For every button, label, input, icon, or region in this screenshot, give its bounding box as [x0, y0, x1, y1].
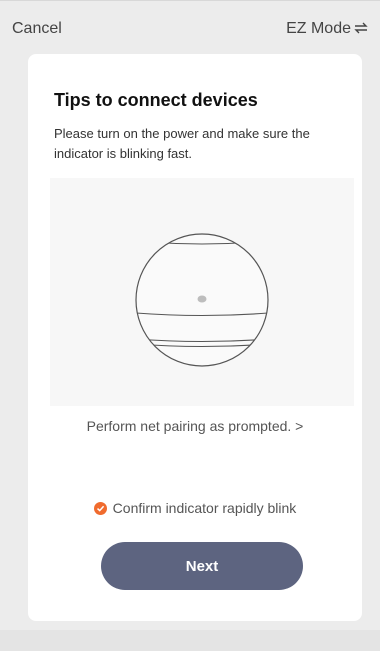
- cancel-button[interactable]: Cancel: [12, 20, 62, 38]
- top-bar: Cancel EZ Mode: [0, 0, 380, 54]
- tips-description: Please turn on the power and make sure t…: [54, 126, 310, 161]
- tips-card: Tips to connect devices Please turn on t…: [28, 54, 362, 621]
- net-pairing-link[interactable]: Perform net pairing as prompted. >: [28, 418, 362, 434]
- device-sphere-icon: [135, 233, 269, 367]
- mode-label: EZ Mode: [286, 20, 351, 37]
- next-button[interactable]: Next: [101, 542, 303, 590]
- check-circle-icon[interactable]: [93, 501, 107, 515]
- confirm-indicator-row[interactable]: Confirm indicator rapidly blink: [28, 500, 362, 516]
- bottom-bar: [0, 630, 380, 651]
- mode-switch-button[interactable]: EZ Mode: [286, 20, 368, 38]
- swap-arrows-icon: [354, 22, 368, 36]
- page-title: Tips to connect devices: [54, 90, 258, 110]
- device-illustration: [50, 178, 354, 406]
- confirm-label: Confirm indicator rapidly blink: [112, 500, 297, 516]
